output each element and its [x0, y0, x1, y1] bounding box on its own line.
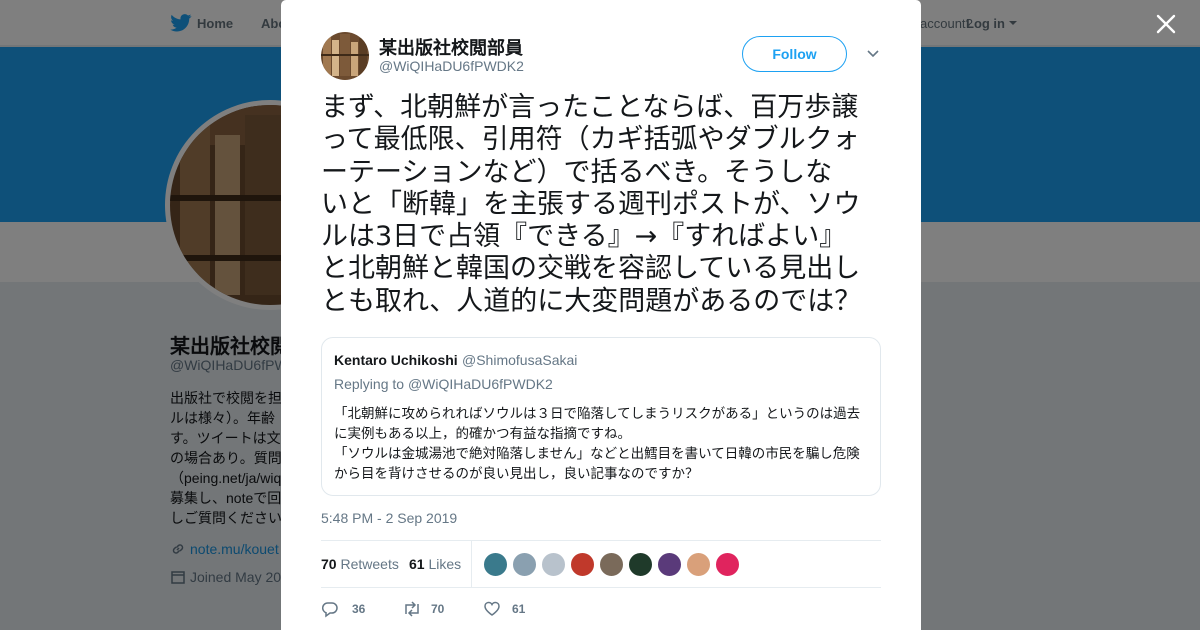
- retweet-count: 70: [431, 602, 445, 616]
- quoted-body-line: から目を背けさせるのが良い見出し，良い記事なのですか？: [334, 466, 699, 482]
- reply-icon: [321, 602, 338, 618]
- retweets-count: 70: [321, 556, 337, 572]
- follow-button[interactable]: Follow: [742, 36, 847, 72]
- chevron-down-icon[interactable]: [867, 49, 879, 59]
- tweet-text-line: って最低限、引用符（カギ括弧やダブルクォ: [321, 124, 860, 156]
- tweet-timestamp[interactable]: 5:48 PM - 2 Sep 2019: [321, 510, 457, 526]
- retweet-icon: [405, 601, 419, 617]
- liker-avatar-5[interactable]: [599, 552, 624, 577]
- like-count: 61: [512, 602, 526, 616]
- liker-avatar-4[interactable]: [570, 552, 595, 577]
- bookshelf-avatar-icon: [321, 32, 369, 80]
- author-name[interactable]: 某出版社校閲部員: [379, 34, 523, 60]
- replying-handle[interactable]: @WiQIHaDU6fPWDK2: [408, 376, 553, 392]
- tweet-modal: 某出版社校閲部員 @WiQIHaDU6fPWDK2 Follow まず、北朝鮮が…: [281, 0, 921, 630]
- quoted-body-line: 「ソウルは金城湯池で絶対陥落しません」などと出鱈目を書いて日韓の市民を騙し危険: [334, 446, 860, 462]
- stats-divider: [471, 541, 472, 587]
- liker-avatar-8[interactable]: [686, 552, 711, 577]
- tweet-text-line: ーテーションなど）で括るべき。そうしな: [321, 156, 833, 188]
- liker-avatar-6[interactable]: [628, 552, 653, 577]
- liker-avatar-2[interactable]: [512, 552, 537, 577]
- tweet-actions: 36 70 61: [321, 600, 881, 620]
- quoted-tweet-body: 「北朝鮮に攻められればソウルは３日で陥落してしまうリスクがある」というのは過去 …: [334, 404, 874, 484]
- quoted-author-name: Kentaro Uchikoshi: [334, 352, 458, 368]
- likes-label: Likes: [428, 556, 462, 572]
- liker-avatar-7[interactable]: [657, 552, 682, 577]
- likes-count: 61: [409, 556, 425, 572]
- quoted-tweet[interactable]: Kentaro Uchikoshi @ShimofusaSakai Replyi…: [321, 337, 881, 496]
- quoted-replying-to: Replying to @WiQIHaDU6fPWDK2: [334, 376, 553, 392]
- tweet-text-line: ルは3日で占領『できる』→『すればよい』: [321, 221, 847, 253]
- retweets-label: Retweets: [340, 556, 399, 572]
- close-icon[interactable]: [1155, 13, 1177, 35]
- tweet-stats: 70 Retweets 61 Likes: [321, 540, 881, 588]
- reply-button[interactable]: 36: [321, 600, 371, 618]
- tweet-text-line: まず、北朝鮮が言ったことならば、百万歩譲: [321, 92, 859, 123]
- heart-icon: [484, 601, 500, 616]
- tweet-text-line: いと「断韓」を主張する週刊ポストが、ソウ: [321, 188, 861, 220]
- tweet-text-line: とも取れ、人道的に大変問題があるのでは？: [321, 285, 862, 317]
- tweet-text: まず、北朝鮮が言ったことならば、百万歩譲 って最低限、引用符（カギ括弧やダブルク…: [321, 92, 881, 318]
- retweet-button[interactable]: 70: [402, 600, 452, 618]
- quoted-body-line: 「北朝鮮に攻められればソウルは３日で陥落してしまうリスクがある」というのは過去: [334, 406, 861, 422]
- liker-avatar-1[interactable]: [483, 552, 508, 577]
- quoted-body-line: に実例もある以上，的確かつ有益な指摘ですね。: [334, 426, 631, 442]
- reply-count: 36: [352, 602, 366, 616]
- liker-avatar-9[interactable]: [715, 552, 740, 577]
- tweet-text-line: と北朝鮮と韓国の交戦を容認している見出し: [321, 253, 861, 285]
- author-handle[interactable]: @WiQIHaDU6fPWDK2: [379, 58, 524, 74]
- liker-avatar-3[interactable]: [541, 552, 566, 577]
- replying-prefix: Replying to: [334, 376, 405, 392]
- author-avatar[interactable]: [321, 32, 369, 80]
- like-button[interactable]: 61: [483, 600, 533, 618]
- quoted-author-handle: @ShimofusaSakai: [462, 352, 578, 368]
- likes-stat[interactable]: 61 Likes: [409, 556, 461, 572]
- retweets-stat[interactable]: 70 Retweets: [321, 556, 399, 572]
